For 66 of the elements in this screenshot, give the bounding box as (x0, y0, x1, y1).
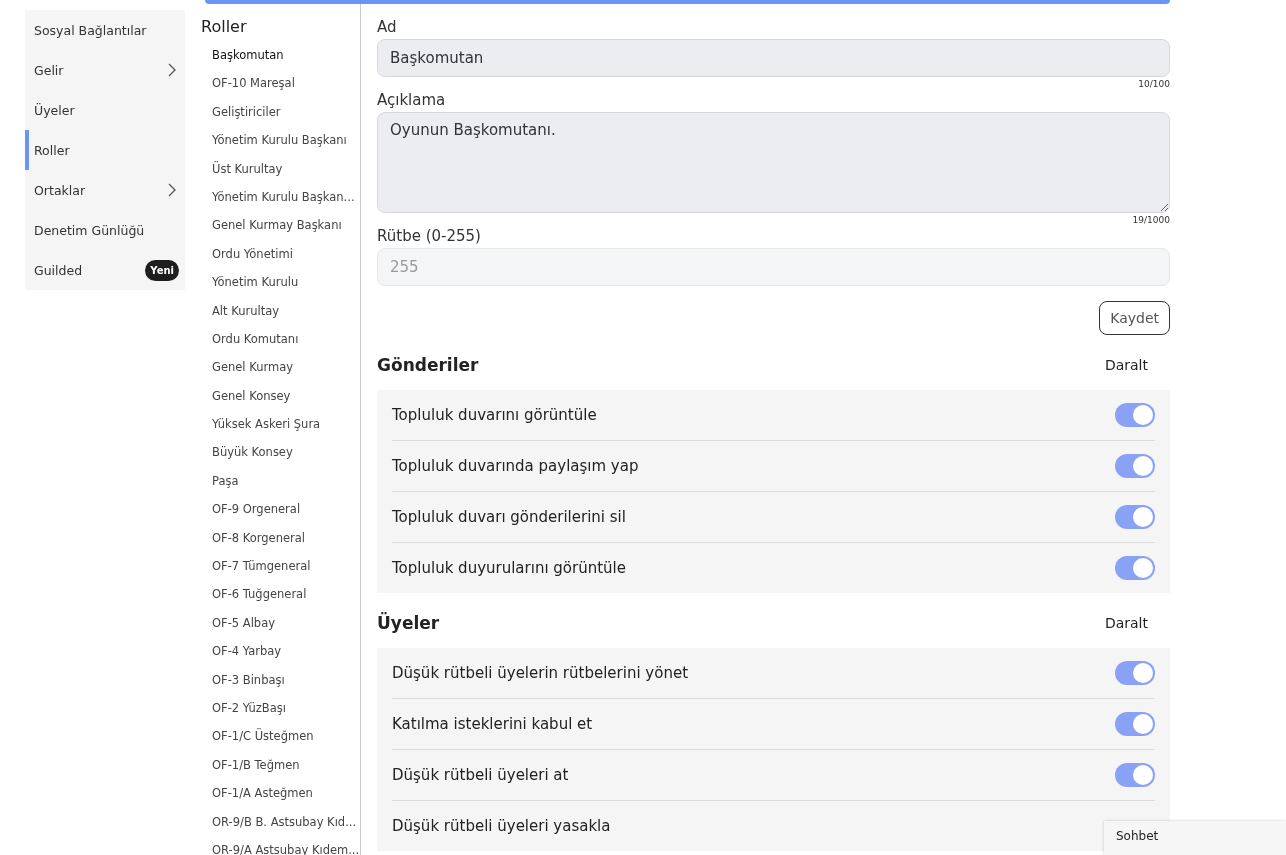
toggle-switch[interactable] (1115, 505, 1155, 529)
permission-label: Topluluk duyurularını görüntüle (392, 559, 626, 577)
character-counter: 10/100 (1137, 79, 1170, 89)
sidebar-item[interactable]: Roller (25, 130, 185, 170)
name-field[interactable]: Başkomutan (377, 39, 1170, 77)
toggle-switch[interactable] (1115, 556, 1155, 580)
permission-label: Düşük rütbeli üyeleri yasakla (392, 817, 611, 835)
role-item[interactable]: OF-1/A Asteğmen (200, 779, 360, 808)
sidebar-item[interactable]: Gelir (25, 50, 185, 90)
toggle-switch[interactable] (1115, 712, 1155, 736)
role-item[interactable]: OR-9/B B. Astsubay Kıd... (200, 807, 360, 836)
toggle-switch[interactable] (1115, 661, 1155, 685)
role-item[interactable]: Yönetim Kurulu Başkanı (200, 126, 360, 155)
sidebar-item[interactable]: Sosyal Bağlantılar (25, 10, 185, 50)
role-item[interactable]: Yönetim Kurulu (200, 268, 360, 297)
permission-label: Topluluk duvarını görüntüle (392, 406, 597, 424)
sidebar-item[interactable]: Guilded Yeni (25, 250, 185, 290)
sidebar-item[interactable]: Ortaklar (25, 170, 185, 210)
section-heading: Gönderiler (377, 355, 479, 375)
role-item[interactable]: OF-9 Orgeneral (200, 495, 360, 524)
field-label: Rütbe (0-255) (377, 227, 482, 245)
sidebar-item[interactable]: Denetim Günlüğü (25, 210, 185, 250)
role-item[interactable]: Genel Kurmay Başkanı (200, 211, 360, 240)
role-item[interactable]: OF-6 Tuğgeneral (200, 580, 360, 609)
rank-field[interactable]: 255 (377, 248, 1170, 286)
role-item[interactable]: Geliştiriciler (200, 97, 360, 127)
role-item[interactable]: Büyük Konsey (200, 438, 360, 467)
toggle-switch[interactable] (1115, 454, 1155, 478)
role-item[interactable]: OF-7 Tümgeneral (200, 552, 360, 581)
role-item[interactable]: OF-1/C Üsteğmen (200, 722, 360, 751)
role-item[interactable]: OF-1/B Teğmen (200, 750, 360, 780)
role-item[interactable]: Üst Kurultay (200, 154, 360, 183)
description-field[interactable]: Oyunun Başkomutanı. (377, 112, 1170, 213)
permission-label: Katılma isteklerini kabul et (392, 715, 593, 733)
save-button[interactable]: Kaydet (1099, 301, 1170, 335)
role-item[interactable]: Başkomutan (200, 41, 360, 70)
new-badge: Yeni (145, 259, 179, 281)
role-item[interactable]: Genel Konsey (200, 381, 360, 411)
toggle-switch[interactable] (1115, 763, 1155, 787)
permission-label: Topluluk duvarı gönderilerini sil (392, 508, 626, 526)
field-label: Açıklama (377, 91, 447, 109)
role-item[interactable]: OF-5 Albay (200, 608, 360, 638)
permission-label: Düşük rütbeli üyeleri at (392, 766, 569, 784)
collapse-link[interactable]: Daralt (1104, 357, 1148, 373)
sidebar-item[interactable]: Üyeler (25, 90, 185, 130)
role-item[interactable]: OF-3 Binbaşı (200, 665, 360, 694)
role-item[interactable]: Genel Kurmay (200, 353, 360, 382)
role-item[interactable]: OF-2 YüzBaşı (200, 694, 360, 723)
role-item[interactable]: Yönetim Kurulu Başkan... (200, 182, 360, 212)
chat-bar[interactable]: Sohbet (1104, 821, 1286, 855)
collapse-link[interactable]: Daralt (1104, 615, 1148, 631)
role-item[interactable]: Alt Kurultay (200, 296, 360, 325)
section-heading: Üyeler (377, 613, 440, 633)
role-item[interactable]: OF-8 Korgeneral (200, 523, 360, 553)
permission-label: Düşük rütbeli üyelerin rütbelerini yönet (392, 664, 688, 682)
role-item[interactable]: Ordu Komutanı (200, 324, 360, 354)
permission-label: Topluluk duvarında paylaşım yap (392, 457, 639, 475)
role-item[interactable]: OF-10 Mareşal (200, 69, 360, 98)
role-item[interactable]: OF-4 Yarbay (200, 637, 360, 666)
roles-heading: Roller (201, 17, 248, 36)
character-counter: 19/1000 (1131, 215, 1170, 225)
field-label: Ad (377, 18, 398, 36)
toggle-switch[interactable] (1115, 403, 1155, 427)
role-item[interactable]: Ordu Yönetimi (200, 239, 360, 269)
role-item[interactable]: Yüksek Askeri Şura (200, 410, 360, 439)
role-item[interactable]: Paşa (200, 466, 360, 496)
